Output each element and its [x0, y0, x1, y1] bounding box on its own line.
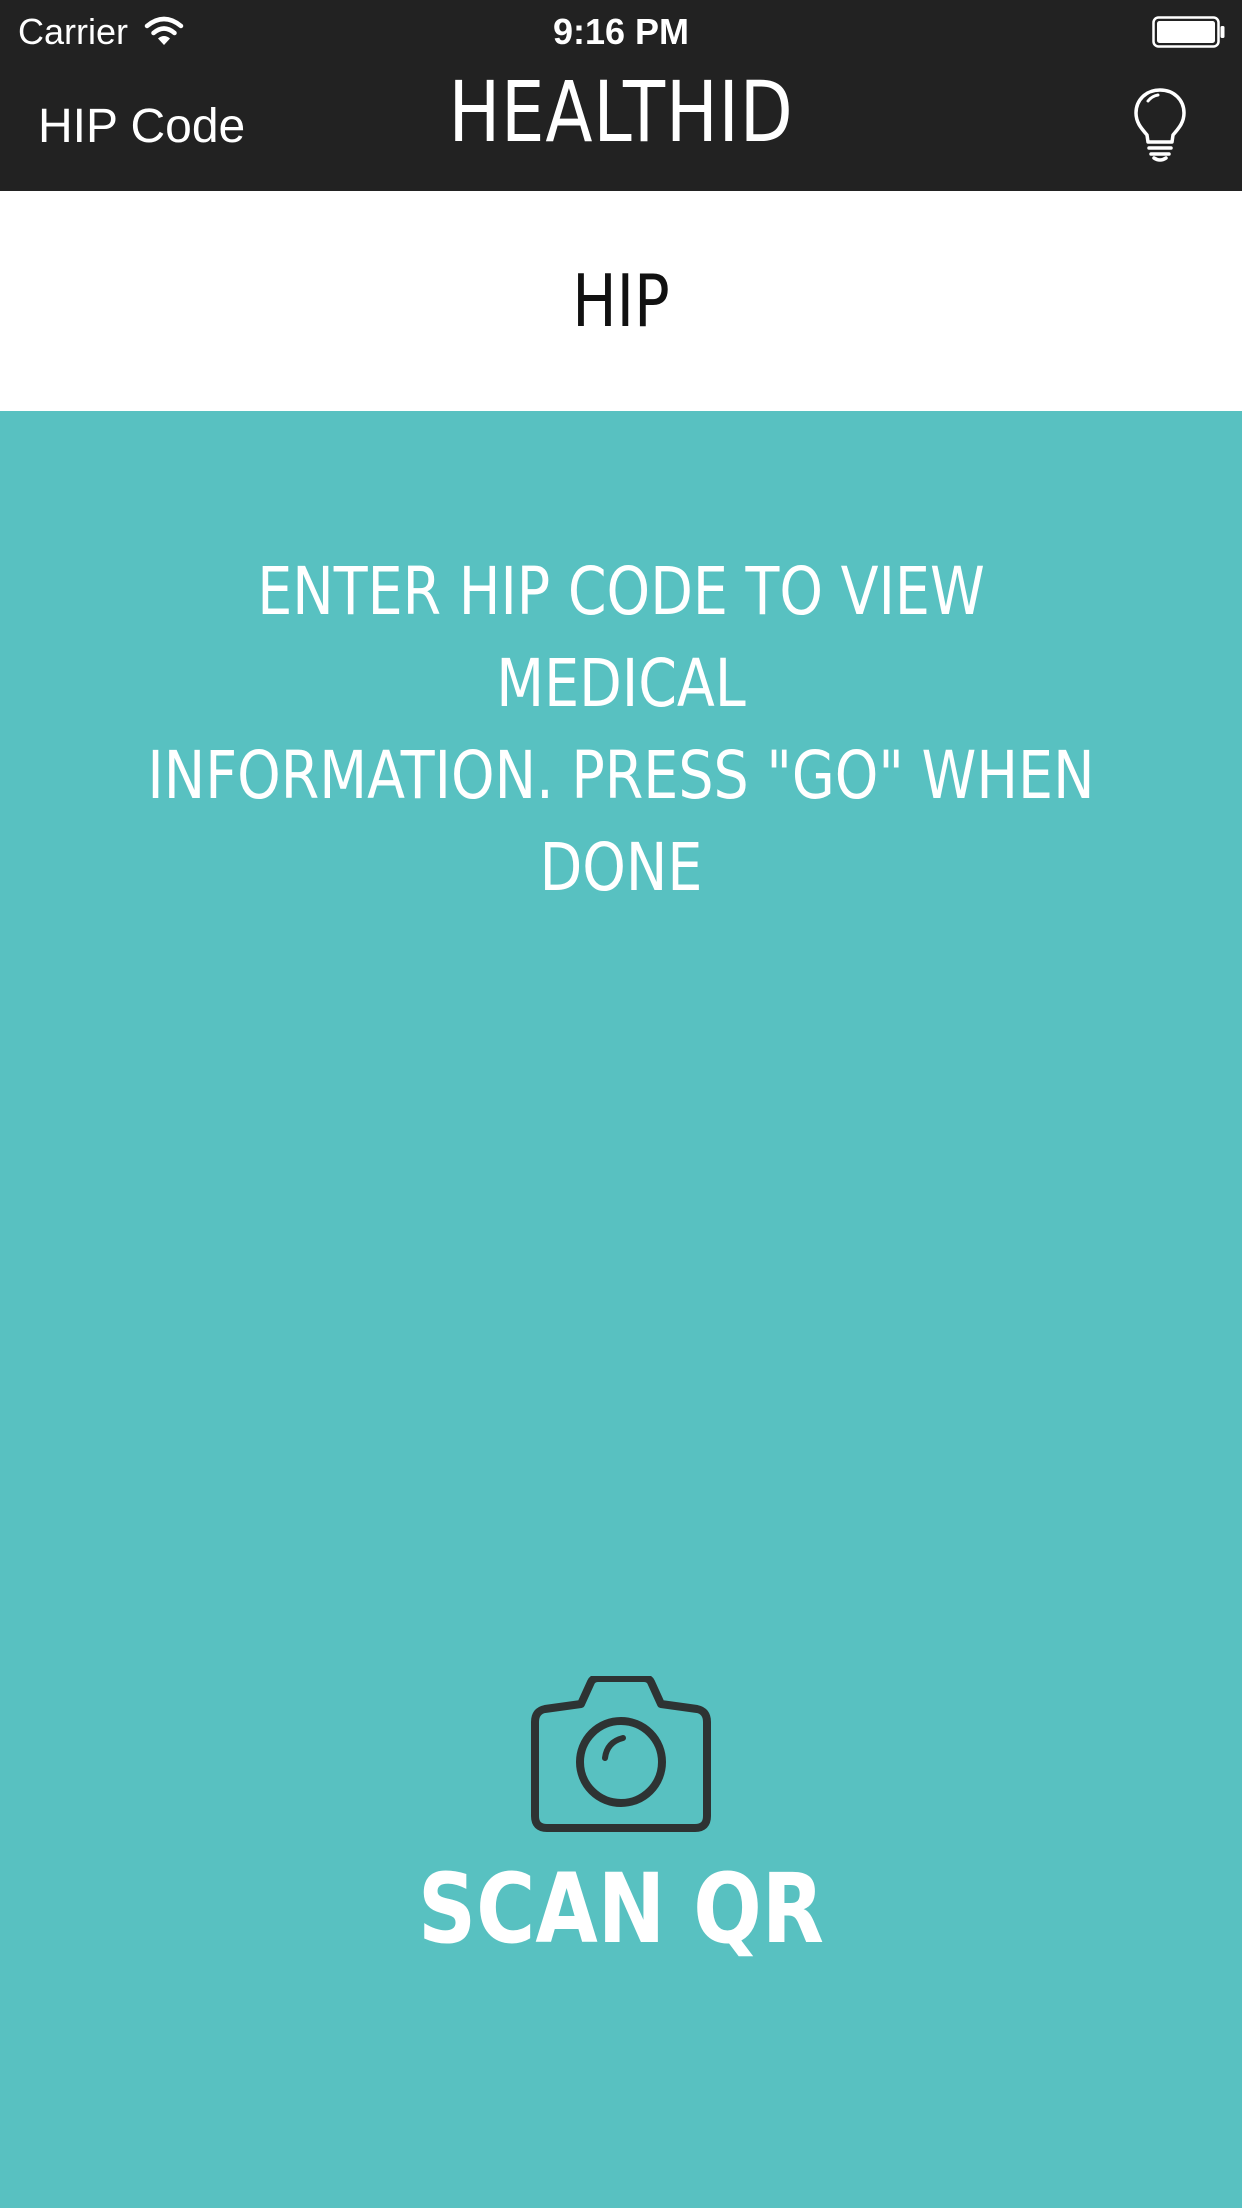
instruction-text: ENTER HIP CODE TO VIEW MEDICAL INFORMATI… — [133, 546, 1109, 914]
carrier-label: Carrier — [18, 11, 129, 52]
status-time: 9:16 PM — [552, 11, 690, 52]
wifi-icon — [144, 16, 184, 45]
lightbulb-icon[interactable] — [1130, 86, 1190, 162]
camera-icon — [531, 1676, 711, 1832]
top-bar: Carrier 9:16 PM HIP Code HEALTHID — [0, 0, 1242, 191]
screen: Carrier 9:16 PM HIP Code HEALTHID HIP EN… — [0, 0, 1242, 2208]
header-band: HIP — [0, 191, 1242, 411]
section-title: HIP — [572, 259, 670, 343]
scan-qr-button[interactable]: SCAN QR — [371, 1676, 871, 1976]
instruction-line-2: INFORMATION. PRESS "GO" WHEN DONE — [147, 737, 1095, 906]
app-title: HEALTHID — [448, 63, 794, 161]
scan-qr-label: SCAN QR — [418, 1853, 824, 1965]
back-button[interactable]: HIP Code — [38, 96, 245, 156]
battery-icon — [1152, 16, 1225, 48]
instruction-line-1: ENTER HIP CODE TO VIEW MEDICAL — [257, 553, 985, 722]
